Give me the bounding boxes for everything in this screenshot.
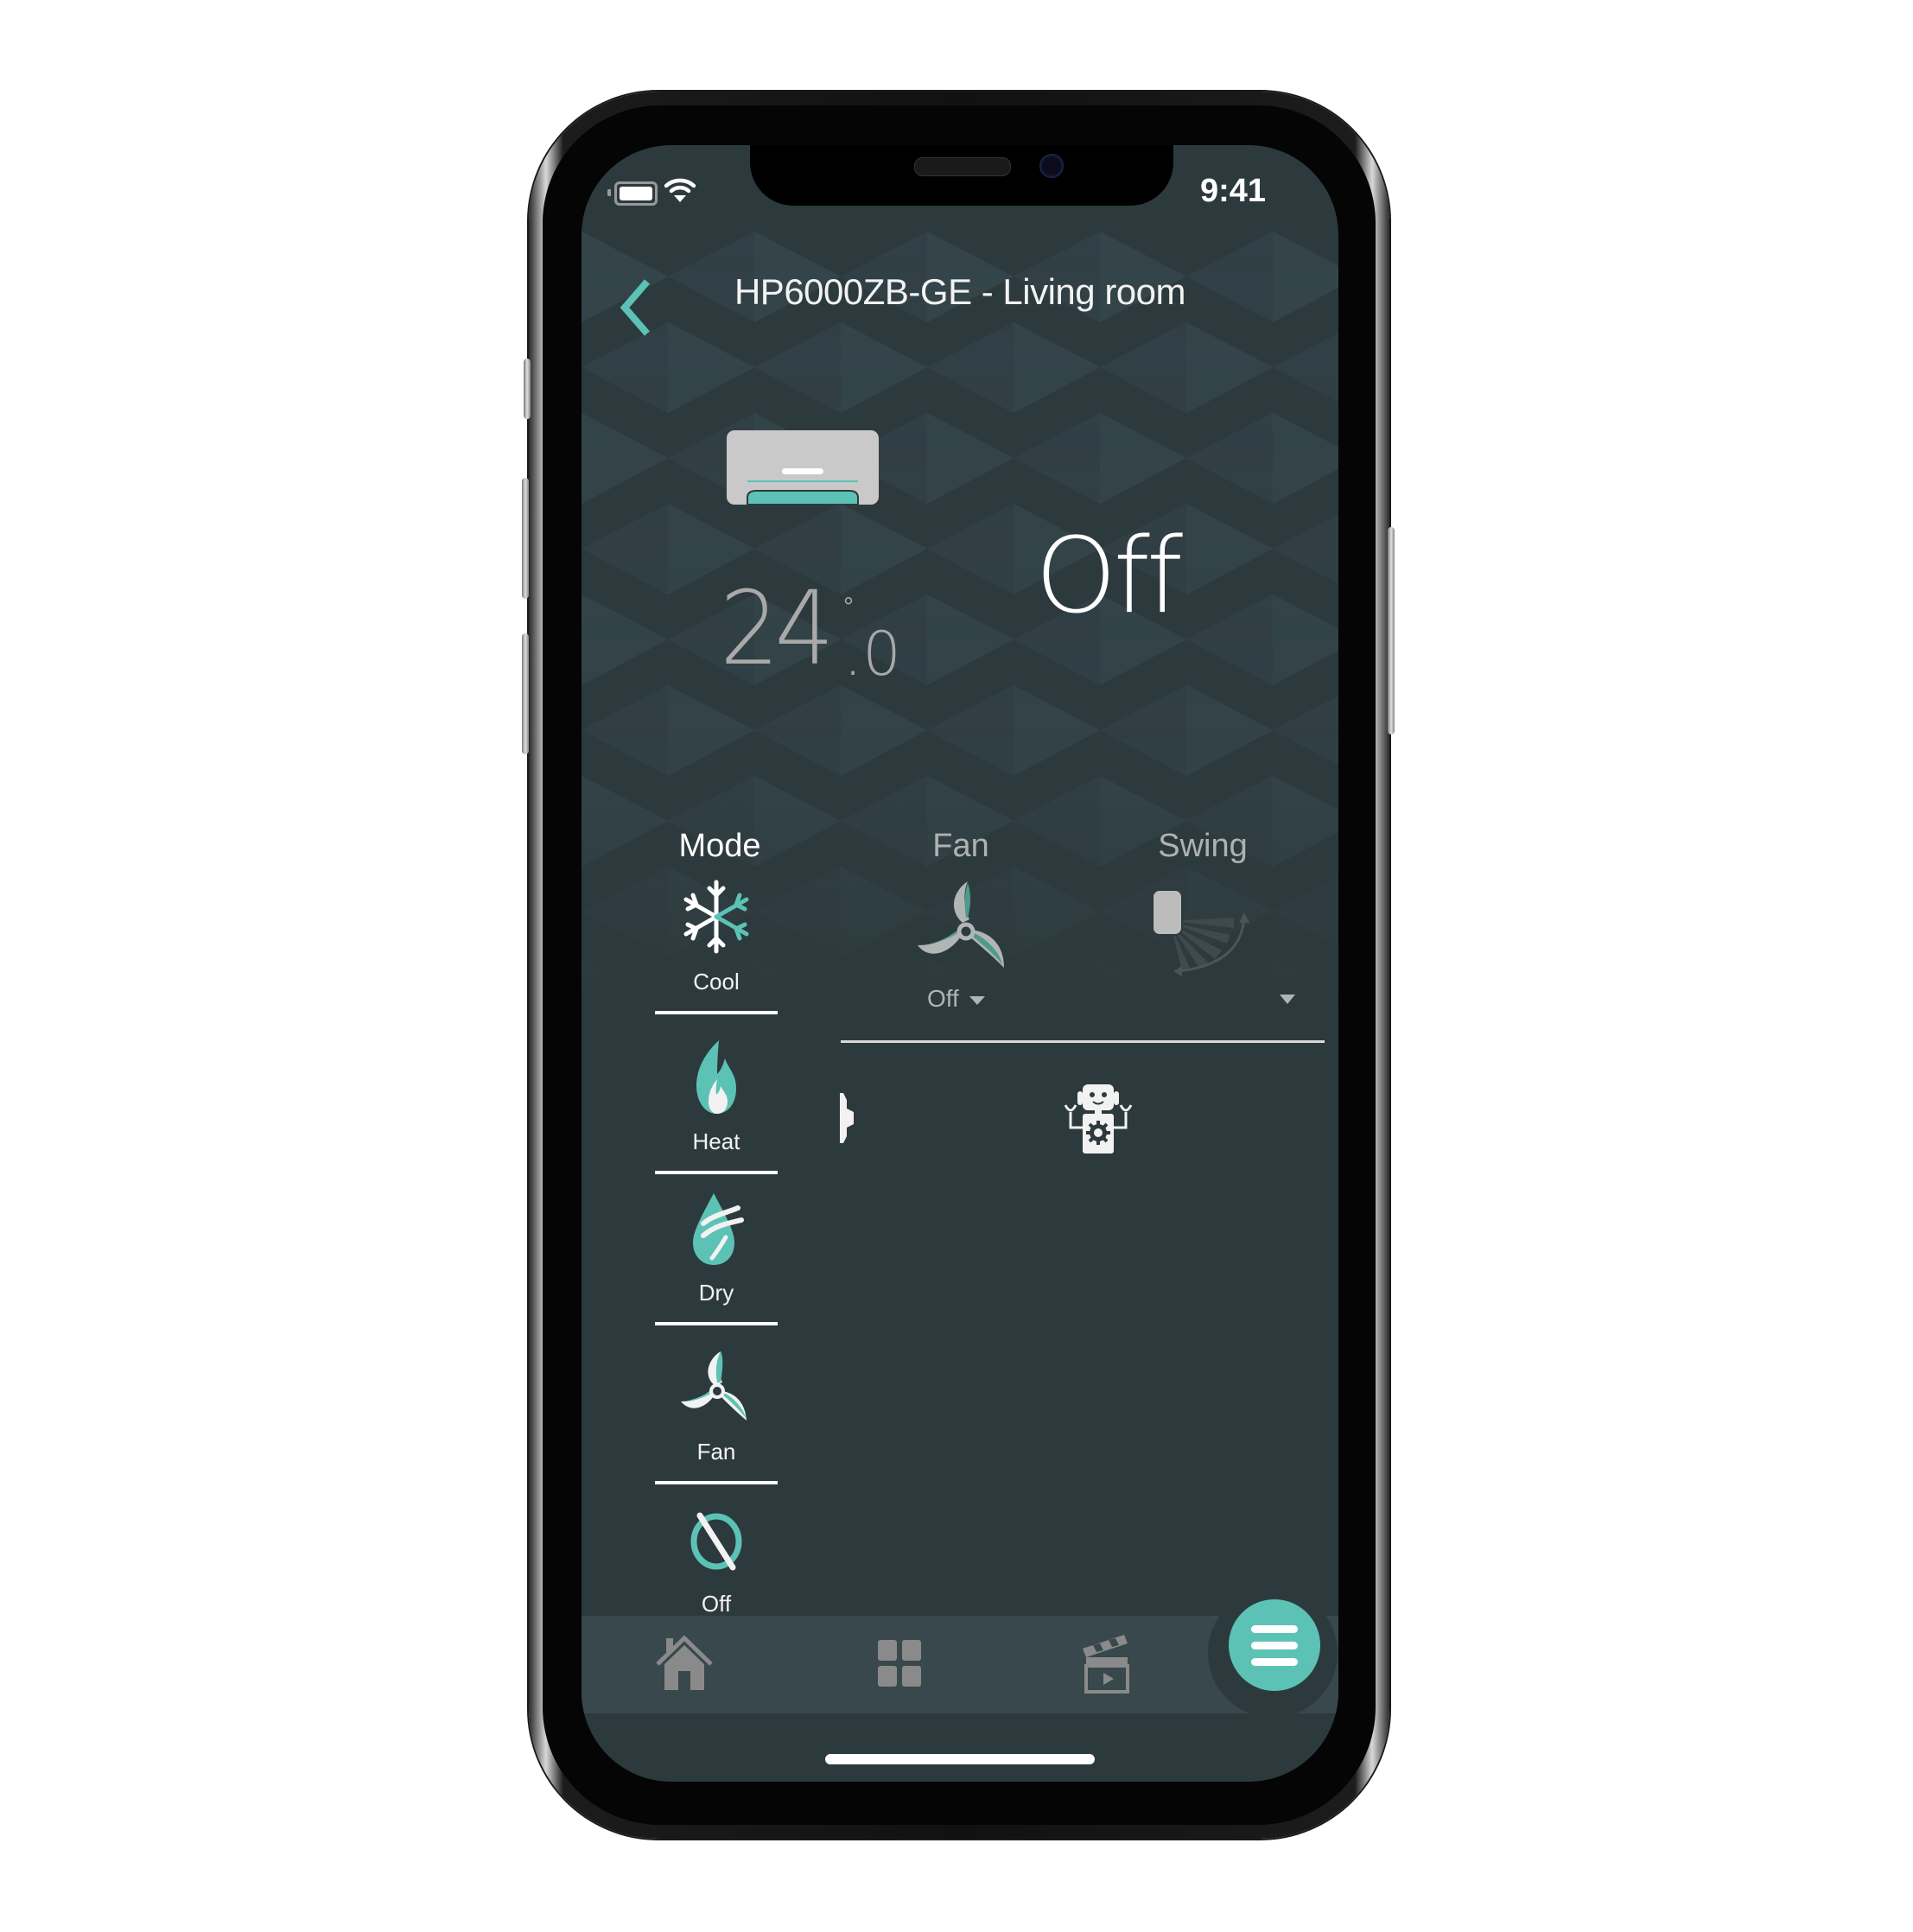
mode-item-dry[interactable]: Dry bbox=[655, 1189, 778, 1325]
swing-dropdown-caret[interactable] bbox=[1280, 995, 1295, 1004]
chevron-down-icon bbox=[969, 995, 985, 1005]
app-screen: 9:41 HP6000ZB-GE - Living room 24 ° .0 O… bbox=[582, 145, 1338, 1782]
mode-item-heat[interactable]: Heat bbox=[655, 1038, 778, 1174]
front-camera bbox=[1039, 154, 1064, 178]
clapperboard-icon bbox=[1083, 1635, 1129, 1694]
fan-speed-value: Off bbox=[927, 985, 959, 1012]
notch bbox=[750, 145, 1173, 206]
setpoint-temperature[interactable]: 24 bbox=[720, 569, 835, 688]
swing-label: Swing bbox=[1158, 828, 1248, 864]
fan-icon bbox=[681, 1351, 747, 1420]
battery-level bbox=[620, 187, 652, 200]
menu-button[interactable] bbox=[1229, 1599, 1320, 1691]
fan-speed-select[interactable]: Off bbox=[927, 985, 985, 1013]
robot-automation-icon[interactable] bbox=[1053, 1083, 1143, 1155]
mode-item-label: Off bbox=[701, 1591, 732, 1617]
mode-item-label: Fan bbox=[696, 1439, 736, 1465]
mode-item-label: Cool bbox=[693, 969, 740, 995]
device-state: Off bbox=[1035, 517, 1183, 637]
power-off-icon bbox=[690, 1512, 742, 1571]
fan-label: Fan bbox=[932, 828, 989, 864]
menu-icon-bar bbox=[1251, 1642, 1298, 1649]
battery-tip bbox=[607, 189, 611, 196]
mode-item-cool[interactable]: Cool bbox=[655, 878, 778, 1014]
mute-switch bbox=[524, 359, 531, 419]
wifi-icon bbox=[664, 178, 696, 202]
status-time: 9:41 bbox=[1199, 173, 1266, 209]
gear-icon[interactable] bbox=[840, 1093, 855, 1143]
mode-item-divider bbox=[655, 1481, 778, 1484]
power-button bbox=[1388, 527, 1395, 734]
setpoint-decimal-value: 0 bbox=[862, 619, 901, 690]
mode-item-divider bbox=[655, 1171, 778, 1174]
air-conditioner-icon bbox=[727, 430, 879, 505]
mode-item-fan[interactable]: Fan bbox=[655, 1348, 778, 1484]
grid-icon bbox=[878, 1640, 921, 1687]
page-title: HP6000ZB-GE - Living room bbox=[734, 271, 1186, 312]
flame-icon bbox=[696, 1040, 736, 1114]
nav-dashboard-button[interactable] bbox=[869, 1633, 930, 1694]
mode-item-label: Heat bbox=[692, 1128, 740, 1154]
home-indicator[interactable] bbox=[825, 1754, 1095, 1764]
mode-item-divider bbox=[655, 1011, 778, 1014]
controls-divider bbox=[841, 1040, 1325, 1043]
volume-up-button bbox=[522, 478, 529, 599]
snowflake-icon bbox=[683, 880, 749, 954]
mode-item-off[interactable]: Off bbox=[655, 1509, 778, 1617]
mode-item-label: Dry bbox=[698, 1280, 734, 1306]
menu-icon-bar bbox=[1251, 1658, 1298, 1666]
mode-item-divider bbox=[655, 1322, 778, 1325]
speaker-grille bbox=[914, 157, 1011, 176]
menu-icon-bar bbox=[1251, 1625, 1298, 1633]
battery-icon bbox=[614, 181, 658, 206]
volume-down-button bbox=[522, 633, 529, 754]
fan-speed-icon[interactable] bbox=[914, 880, 1016, 975]
water-drop-icon bbox=[693, 1193, 744, 1265]
setpoint-decimal: .0 bbox=[843, 619, 901, 690]
nav-home-button[interactable] bbox=[654, 1633, 715, 1694]
mode-label: Mode bbox=[678, 828, 761, 864]
swing-icon[interactable] bbox=[1147, 887, 1260, 982]
degree-symbol: ° bbox=[843, 593, 854, 621]
nav-scenes-button[interactable] bbox=[1076, 1633, 1136, 1694]
home-icon bbox=[656, 1635, 713, 1690]
